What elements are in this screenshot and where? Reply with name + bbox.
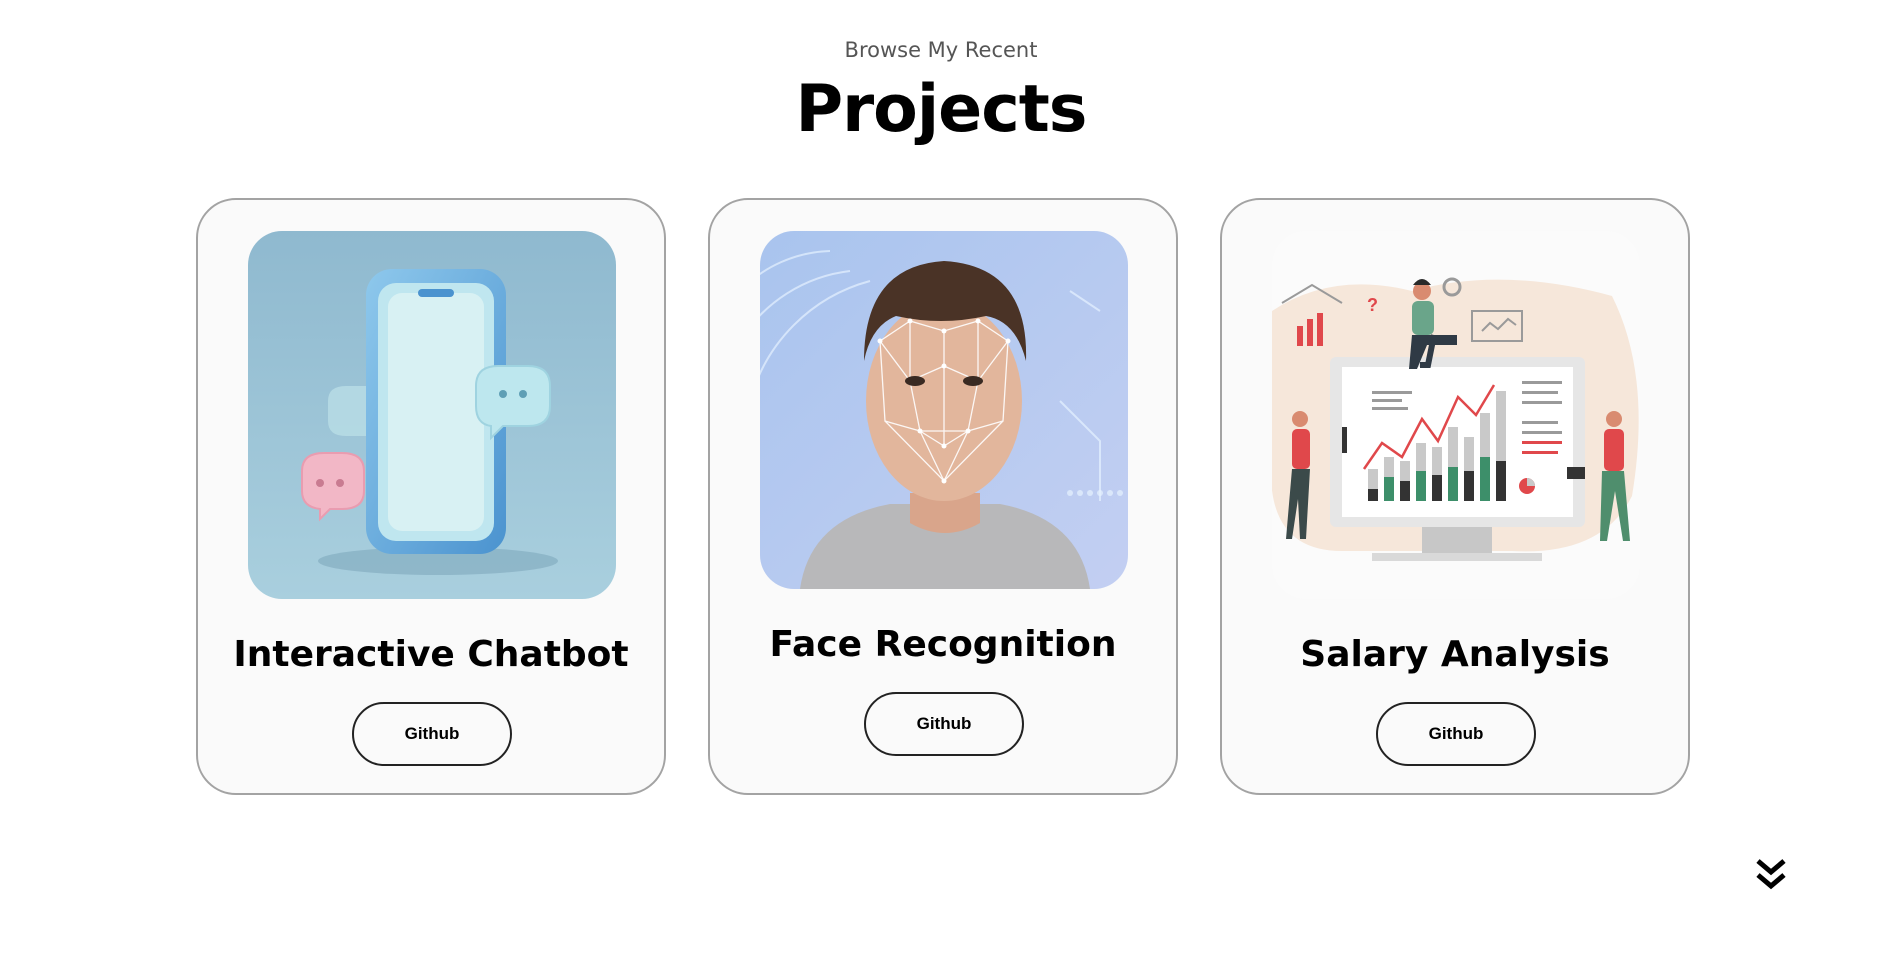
- double-chevron-down-icon[interactable]: [1755, 858, 1787, 892]
- face-recognition-image: [760, 231, 1128, 589]
- github-button[interactable]: Github: [352, 702, 512, 766]
- svg-text:?: ?: [1367, 295, 1378, 315]
- project-title: Interactive Chatbot: [233, 634, 629, 675]
- project-title: Salary Analysis: [1300, 634, 1610, 675]
- project-card-chatbot: Interactive Chatbot Github: [196, 198, 666, 795]
- project-card-salary-analysis: ? Salary Analysis Github: [1220, 198, 1690, 795]
- section-eyebrow: Browse My Recent: [844, 38, 1038, 62]
- github-button[interactable]: Github: [1376, 702, 1536, 766]
- github-button[interactable]: Github: [864, 692, 1024, 756]
- salary-analysis-image: ?: [1272, 231, 1640, 599]
- projects-section: Browse My Recent Projects Interactive Ch…: [0, 0, 1882, 977]
- project-title: Face Recognition: [769, 624, 1117, 665]
- section-title: Projects: [795, 72, 1087, 147]
- project-card-face-recognition: Face Recognition Github: [708, 198, 1178, 795]
- chatbot-phone-illustration: [248, 231, 616, 599]
- data-analysis-illustration: ?: [1272, 231, 1640, 599]
- face-mesh-photo: [760, 231, 1128, 589]
- chatbot-image: [248, 231, 616, 599]
